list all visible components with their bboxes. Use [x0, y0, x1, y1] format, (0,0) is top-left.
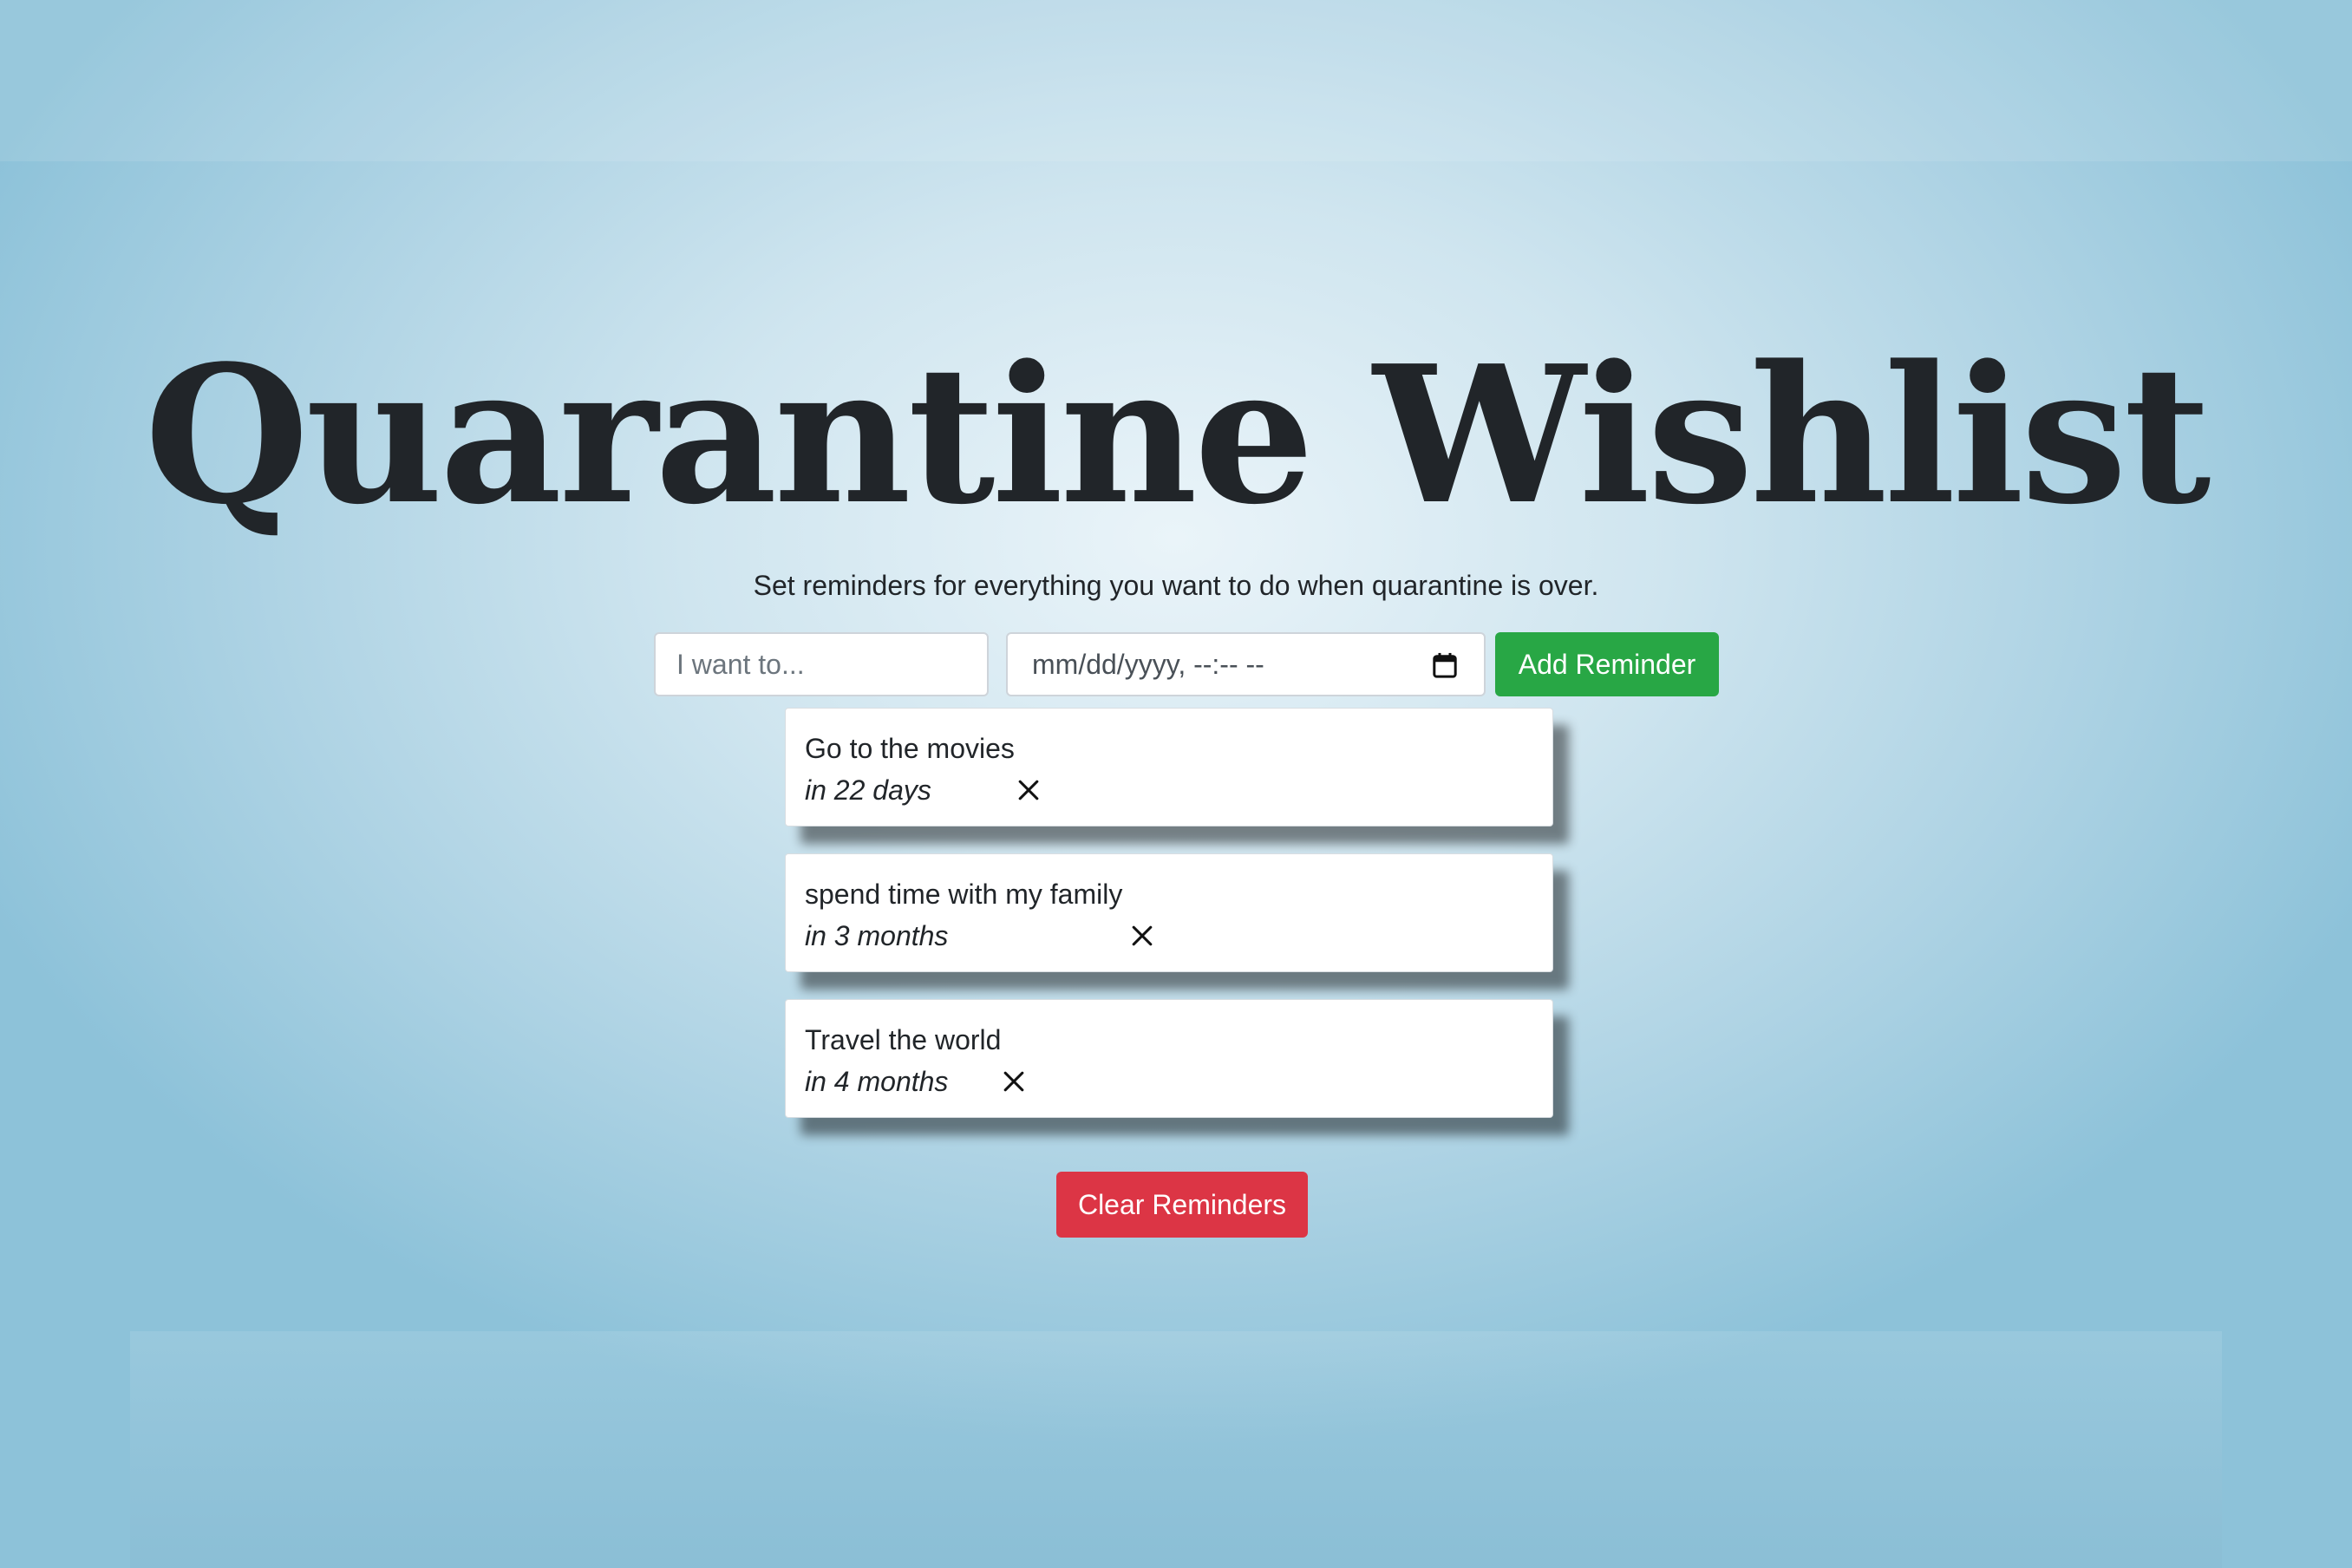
reminder-datetime-input[interactable]: mm/dd/yyyy, --:-- --: [1006, 632, 1486, 696]
add-reminder-button[interactable]: Add Reminder: [1495, 632, 1719, 696]
calendar-icon[interactable]: [1432, 652, 1458, 678]
reminder-due: in 3 months: [805, 920, 949, 951]
page-subtitle: Set reminders for everything you want to…: [753, 570, 1599, 601]
reminder-text: Travel the world: [805, 1024, 1002, 1055]
reminder-text: Go to the movies: [805, 733, 1015, 764]
close-icon[interactable]: [1002, 1069, 1026, 1094]
reminder-card: spend time with my family in 3 months: [785, 853, 1553, 972]
reminder-due: in 22 days: [805, 774, 931, 806]
reminder-text: spend time with my family: [805, 879, 1123, 910]
reminder-card: Travel the world in 4 months: [785, 999, 1553, 1118]
background-band-bottom: [130, 1331, 2222, 1568]
reminder-card: Go to the movies in 22 days: [785, 708, 1553, 826]
reminder-text-input[interactable]: [654, 632, 989, 696]
clear-reminders-button[interactable]: Clear Reminders: [1056, 1172, 1308, 1238]
background-band-top: [0, 0, 2352, 161]
reminder-due: in 4 months: [805, 1066, 949, 1097]
close-icon[interactable]: [1016, 778, 1041, 802]
close-icon[interactable]: [1130, 924, 1154, 948]
datetime-placeholder: mm/dd/yyyy, --:-- --: [1032, 649, 1264, 680]
page-title: Quarantine Wishlist: [144, 324, 2212, 546]
